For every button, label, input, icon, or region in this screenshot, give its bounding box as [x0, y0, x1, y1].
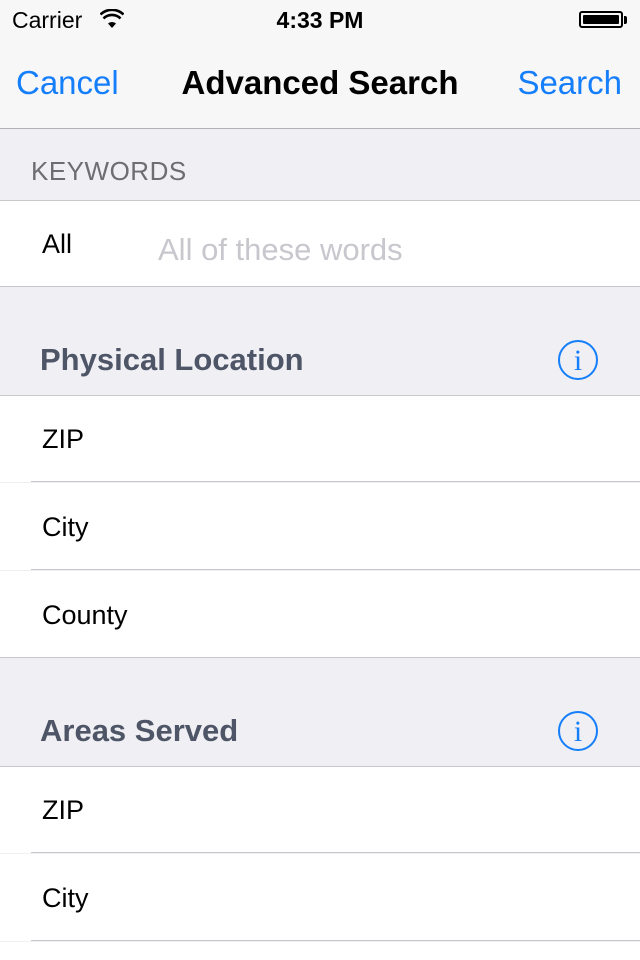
areas-city-label: City — [42, 883, 89, 913]
keywords-section-header: KEYWORDS — [0, 129, 640, 200]
physical-location-title: Physical Location — [40, 342, 304, 377]
cancel-button[interactable]: Cancel — [16, 64, 119, 102]
status-bar: Carrier 4:33 PM — [0, 0, 640, 40]
physical-city-label: City — [42, 512, 89, 542]
clock: 4:33 PM — [276, 7, 364, 33]
all-words-input[interactable] — [158, 230, 598, 270]
battery-icon — [579, 11, 623, 28]
physical-county-row[interactable]: County — [0, 571, 640, 658]
areas-zip-row[interactable]: ZIP — [0, 766, 640, 853]
all-label: All — [42, 229, 73, 259]
physical-zip-row[interactable]: ZIP — [0, 395, 640, 482]
areas-served-title: Areas Served — [40, 713, 239, 748]
areas-city-row[interactable]: City — [0, 854, 640, 941]
physical-location-info-icon[interactable]: i — [558, 340, 598, 380]
areas-served-header: Areas Served i — [0, 659, 640, 766]
keywords-all-row[interactable]: All — [0, 200, 640, 287]
physical-city-row[interactable]: City — [0, 483, 640, 570]
battery-tip — [624, 16, 627, 24]
navigation-bar: Cancel Advanced Search Search — [0, 40, 640, 129]
areas-zip-label: ZIP — [42, 795, 85, 825]
keywords-header-label: KEYWORDS — [31, 156, 187, 186]
physical-county-label: County — [42, 600, 128, 630]
physical-zip-label: ZIP — [42, 424, 85, 454]
physical-location-header: Physical Location i — [0, 288, 640, 395]
areas-next-row — [0, 942, 640, 960]
search-button[interactable]: Search — [517, 64, 622, 102]
areas-served-info-icon[interactable]: i — [558, 711, 598, 751]
